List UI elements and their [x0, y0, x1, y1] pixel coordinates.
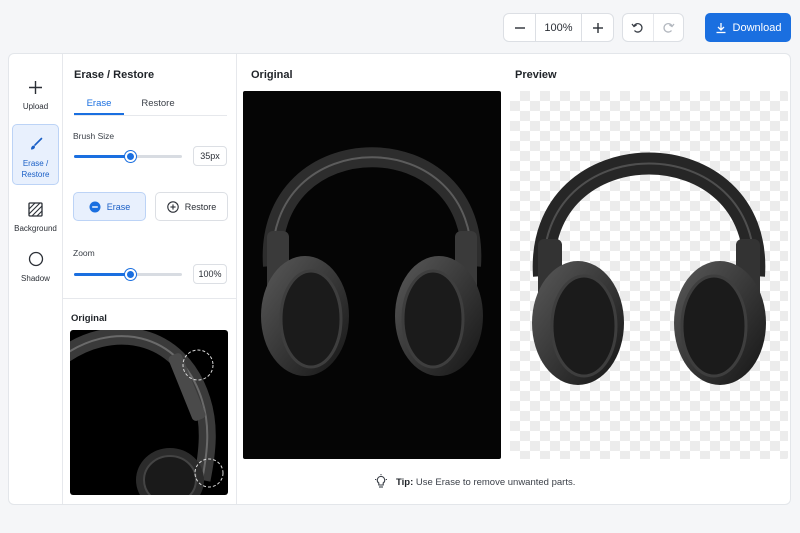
brush-size-label: Brush Size [73, 131, 115, 141]
tab-restore[interactable]: Restore [124, 92, 192, 115]
editor-card: Upload Erase / Restore Background Shadow… [8, 53, 791, 505]
tab-erase[interactable]: Erase [74, 92, 124, 115]
mini-preview-title: Original [71, 313, 107, 324]
zoom-fill [74, 273, 131, 276]
rail-item-shadow[interactable]: Shadow [12, 248, 59, 284]
brush-size-fill [74, 155, 131, 158]
erase-button[interactable]: Erase [73, 192, 146, 221]
preview-title: Preview [515, 69, 557, 81]
erase-button-label: Erase [106, 201, 131, 212]
zoom-value: 100% [535, 14, 582, 41]
minus-circle-icon [89, 201, 101, 212]
tool-rail: Upload Erase / Restore Background Shadow [9, 54, 63, 504]
zoom-label: Zoom [73, 248, 95, 258]
hatch-square-icon [28, 201, 43, 217]
undo-button[interactable] [623, 14, 653, 41]
original-image[interactable] [243, 91, 501, 459]
rail-item-upload[interactable]: Upload [12, 76, 59, 112]
plus-circle-icon [166, 200, 179, 213]
circle-icon [28, 251, 43, 267]
tip-label: Tip: [396, 476, 414, 488]
download-icon [716, 22, 726, 33]
headphone-closeup-image [70, 330, 224, 495]
zoomed-original-image[interactable] [70, 330, 228, 495]
mode-tabs: Erase Restore [74, 92, 227, 116]
rail-label-background: Background [14, 224, 57, 233]
minus-icon [514, 26, 525, 29]
tip-bar: Tip: Use Erase to remove unwanted parts. [374, 474, 575, 490]
preview-image[interactable] [510, 91, 788, 459]
redo-icon [663, 23, 675, 33]
brush-size-value[interactable]: 35px [193, 146, 227, 166]
rail-item-erase-restore[interactable]: Erase / Restore [12, 124, 59, 185]
rail-label-upload: Upload [22, 102, 49, 111]
lightbulb-icon [375, 474, 387, 488]
redo-button[interactable] [652, 14, 684, 41]
settings-panel: Erase / Restore Erase Restore Brush Size… [63, 54, 237, 504]
zoom-slider[interactable] [74, 269, 182, 280]
restore-button[interactable]: Restore [155, 192, 228, 221]
brush-size-slider[interactable] [74, 151, 182, 162]
panel-title: Erase / Restore [74, 69, 155, 81]
zoom-out-button[interactable] [504, 14, 535, 41]
brush-size-handle[interactable] [125, 151, 137, 162]
zoom-handle[interactable] [125, 269, 137, 280]
zoom-in-button[interactable] [582, 14, 613, 41]
download-label: Download [732, 21, 782, 34]
history-control [622, 13, 684, 42]
rail-item-background[interactable]: Background [12, 198, 59, 234]
headphones-image [261, 147, 483, 376]
original-title: Original [251, 69, 293, 81]
rail-label-erase-restore: Erase / Restore [21, 159, 50, 179]
tip-text: Use Erase to remove unwanted parts. [415, 476, 576, 488]
headphones-cutout-image [532, 152, 766, 385]
undo-icon [631, 23, 643, 33]
plus-icon [29, 80, 42, 94]
rail-label-shadow: Shadow [21, 274, 50, 283]
download-button[interactable]: Download [705, 13, 791, 42]
panel-divider [63, 298, 236, 299]
zoom-value-box[interactable]: 100% [193, 264, 227, 284]
restore-button-label: Restore [184, 201, 217, 212]
zoom-control: 100% [503, 13, 614, 42]
brush-icon [30, 137, 42, 150]
plus-icon [592, 22, 603, 33]
